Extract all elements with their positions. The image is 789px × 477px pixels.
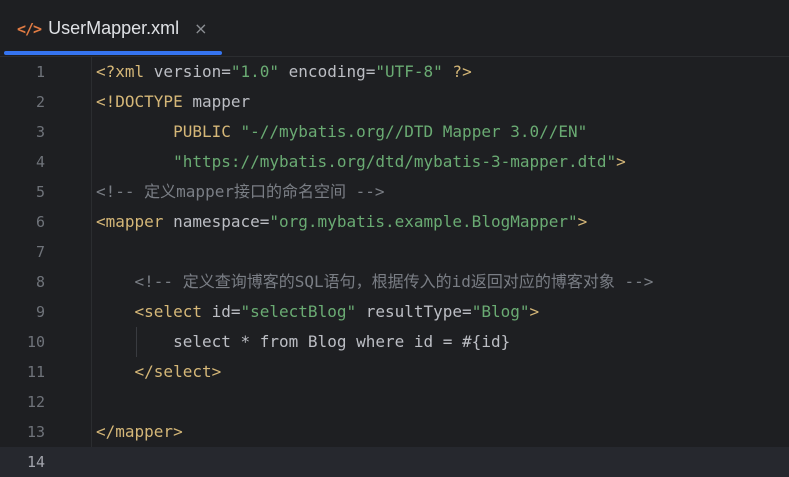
code-token-tag: > [577,212,588,231]
code-line[interactable]: 12 [0,387,789,417]
code-text: select * from Blog where id = #{id} [96,327,510,357]
code-line[interactable]: 13 </mapper> [0,417,789,447]
code-line[interactable]: 8 <!-- 定义查询博客的SQL语句，根据传入的id返回对应的博客对象 --> [0,267,789,297]
code-line[interactable]: 14 [0,447,789,477]
code-token-attr: resultType= [356,302,472,321]
line-number: 1 [35,63,45,81]
close-icon[interactable]: × [194,19,207,38]
editor-tab-bar: </> UserMapper.xml × [0,0,789,57]
line-number: 7 [35,243,45,261]
code-editor[interactable]: 1 <?xml version="1.0" encoding="UTF-8" ?>… [0,57,789,477]
code-text: <select id="selectBlog" resultType="Blog… [96,297,540,327]
line-number: 3 [35,123,45,141]
code-token-attr: id= [211,302,241,321]
code-token-str: "org.mybatis.example.BlogMapper" [269,212,578,231]
code-token-tag: </mapper> [96,422,183,441]
code-line[interactable]: 1 <?xml version="1.0" encoding="UTF-8" ?> [0,57,789,87]
line-number: 10 [26,333,45,351]
code-token-text: select * from Blog where id = #{id} [96,332,511,351]
code-token-str: "1.0" [230,62,280,81]
code-token-tag: </select> [134,362,222,381]
line-number: 11 [26,363,45,381]
code-line[interactable]: 7 [0,237,789,267]
code-line[interactable]: 2 <!DOCTYPE mapper [0,87,789,117]
code-text: <!DOCTYPE mapper [96,87,250,117]
code-text: PUBLIC "-//mybatis.org//DTD Mapper 3.0//… [96,117,587,147]
code-token-tag: > [529,302,540,321]
code-token-tag: <!DOCTYPE [96,92,193,111]
code-token-str: "Blog" [471,302,530,321]
line-number: 8 [35,273,45,291]
code-line[interactable]: 4 "https://mybatis.org/dtd/mybatis-3-map… [0,147,789,177]
code-line[interactable]: 11 </select> [0,357,789,387]
code-text: <mapper namespace="org.mybatis.example.B… [96,207,587,237]
code-token-tag: PUBLIC [173,122,241,141]
code-token-tag: <mapper [96,212,174,231]
line-number: 6 [35,213,45,231]
code-token-str: "UTF-8" [375,62,443,81]
code-line[interactable]: 5 <!-- 定义mapper接口的命名空间 --> [0,177,789,207]
code-line[interactable]: 6 <mapper namespace="org.mybatis.example.… [0,207,789,237]
code-token-tag: <?xml [96,62,154,81]
code-text: <!-- 定义mapper接口的命名空间 --> [96,177,385,207]
line-number: 13 [26,423,45,441]
code-token-tag: <select [134,302,212,321]
tab-title: UserMapper.xml [48,18,180,38]
code-token-com: <!-- 定义mapper接口的命名空间 --> [96,182,385,201]
line-number: 4 [35,153,45,171]
code-line[interactable]: 3 PUBLIC "-//mybatis.org//DTD Mapper 3.0… [0,117,789,147]
code-token-attr: namespace= [173,212,270,231]
code-token-attr: version= [153,62,231,81]
code-token-str: "selectBlog" [240,302,357,321]
line-number: 14 [26,453,45,471]
code-text: "https://mybatis.org/dtd/mybatis-3-mappe… [96,147,626,177]
code-token-tag: > [616,152,626,171]
code-text: </select> [96,357,222,387]
line-number: 12 [26,393,45,411]
code-line[interactable]: 10 select * from Blog where id = #{id} [0,327,789,357]
line-number: 2 [35,93,45,111]
xml-file-icon: </> [17,19,42,38]
code-text: </mapper> [96,417,183,447]
code-text: <!-- 定义查询博客的SQL语句，根据传入的id返回对应的博客对象 --> [96,267,654,297]
code-token-str: "-//mybatis.org//DTD Mapper 3.0//EN" [240,122,588,141]
code-token-tag: ?> [442,62,472,81]
code-token-str: "https://mybatis.org/dtd/mybatis-3-mappe… [173,152,617,171]
code-text: <?xml version="1.0" encoding="UTF-8" ?> [96,57,472,87]
line-number: 5 [35,183,45,201]
code-line[interactable]: 9 <select id="selectBlog" resultType="Bl… [0,297,789,327]
code-token-text: mapper [192,92,251,111]
code-area[interactable]: 1 <?xml version="1.0" encoding="UTF-8" ?>… [0,57,789,477]
code-token-attr: encoding= [279,62,376,81]
line-number: 9 [35,303,45,321]
file-tab-usermapper[interactable]: </> UserMapper.xml × [0,0,222,57]
code-token-com: <!-- 定义查询博客的SQL语句，根据传入的id返回对应的博客对象 --> [134,272,654,291]
active-tab-indicator [4,51,222,55]
